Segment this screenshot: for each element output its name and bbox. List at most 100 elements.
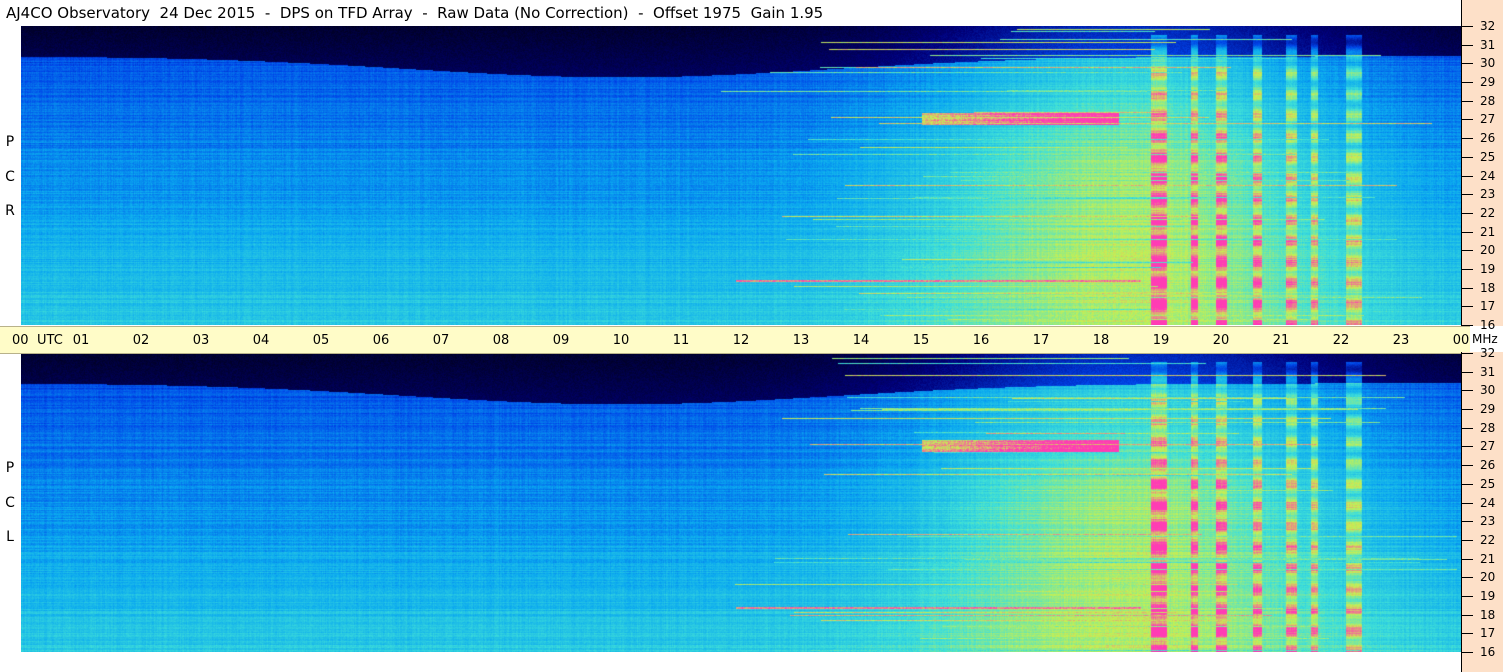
rcp-spectrogram bbox=[21, 26, 1461, 325]
time-tick-label: 22 bbox=[1332, 333, 1350, 348]
time-tick-label: 08 bbox=[492, 333, 510, 348]
frequency-tick bbox=[1461, 465, 1473, 467]
time-tick-label: 09 bbox=[552, 333, 570, 348]
frequency-tick bbox=[1461, 212, 1473, 214]
frequency-tick-label: 31 bbox=[1480, 364, 1496, 379]
frequency-tick bbox=[1461, 409, 1473, 411]
frequency-tick-label: 18 bbox=[1480, 607, 1496, 622]
time-tick-label: 15 bbox=[912, 333, 930, 348]
frequency-tick bbox=[1461, 390, 1473, 392]
time-tick-label: 14 bbox=[852, 333, 870, 348]
frequency-tick-label: 27 bbox=[1480, 439, 1496, 454]
time-tick-label: 18 bbox=[1092, 333, 1110, 348]
frequency-tick-label: 21 bbox=[1480, 224, 1496, 239]
frequency-tick-label: 23 bbox=[1480, 187, 1496, 202]
frequency-tick bbox=[1461, 614, 1473, 616]
time-tick-label: 00 bbox=[1452, 333, 1470, 348]
lcp-spectrogram-canvas bbox=[21, 353, 1461, 652]
frequency-tick-label: 22 bbox=[1480, 532, 1496, 547]
frequency-tick bbox=[1461, 100, 1473, 102]
lcp-frequency-axis-line bbox=[1461, 352, 1462, 672]
frequency-tick-label: 16 bbox=[1480, 318, 1496, 332]
lcp-letter-l: L bbox=[6, 529, 14, 545]
frequency-tick-label: 31 bbox=[1480, 37, 1496, 52]
frequency-tick-label: 19 bbox=[1480, 261, 1496, 276]
frequency-tick bbox=[1461, 577, 1473, 579]
frequency-tick-label: 27 bbox=[1480, 112, 1496, 127]
time-tick-label: 07 bbox=[432, 333, 450, 348]
frequency-tick bbox=[1461, 175, 1473, 177]
time-tick-label: 13 bbox=[792, 333, 810, 348]
lcp-letter-c: C bbox=[5, 495, 15, 511]
frequency-tick-label: 18 bbox=[1480, 280, 1496, 295]
frequency-tick-label: 26 bbox=[1480, 131, 1496, 146]
lcp-letter-p: P bbox=[5, 460, 15, 476]
time-tick-label: 05 bbox=[312, 333, 330, 348]
frequency-tick bbox=[1461, 26, 1473, 27]
time-tick-label: 17 bbox=[1032, 333, 1050, 348]
chart-title: AJ4CO Observatory 24 Dec 2015 - DPS on T… bbox=[6, 4, 824, 22]
frequency-tick bbox=[1461, 521, 1473, 523]
frequency-tick-label: 19 bbox=[1480, 588, 1496, 603]
frequency-tick-label: 30 bbox=[1480, 383, 1496, 398]
frequency-tick bbox=[1461, 156, 1473, 158]
frequency-tick bbox=[1461, 119, 1473, 121]
frequency-tick bbox=[1461, 250, 1473, 252]
rcp-frequency-axis: 32 31 30 29 28 27 26 25 24 23 22 21 20 19 18 17 16 bbox=[1461, 0, 1503, 331]
lcp-frequency-axis: 32 31 30 29 28 27 26 25 24 23 22 21 20 19 18 17 16 bbox=[1461, 347, 1503, 672]
frequency-tick-label: 16 bbox=[1480, 645, 1496, 659]
time-tick-label: 10 bbox=[612, 333, 630, 348]
frequency-tick-label: 21 bbox=[1480, 551, 1496, 566]
frequency-tick-label: 28 bbox=[1480, 420, 1496, 435]
frequency-tick bbox=[1461, 306, 1473, 308]
frequency-tick-label: 25 bbox=[1480, 149, 1496, 164]
time-tick-label: 21 bbox=[1272, 333, 1290, 348]
time-axis: UTC 00 01 02 03 04 05 06 07 08 09 10 11 12 13 14 15 16 17… bbox=[0, 326, 1470, 354]
frequency-tick bbox=[1461, 138, 1473, 140]
frequency-tick-label: 30 bbox=[1480, 56, 1496, 71]
time-tick-label: 19 bbox=[1152, 333, 1170, 348]
frequency-tick bbox=[1461, 44, 1473, 46]
frequency-tick-label: 23 bbox=[1480, 514, 1496, 529]
frequency-tick bbox=[1461, 595, 1473, 597]
frequency-tick bbox=[1461, 325, 1473, 326]
frequency-tick bbox=[1461, 268, 1473, 270]
frequency-tick bbox=[1461, 483, 1473, 485]
frequency-tick-label: 22 bbox=[1480, 205, 1496, 220]
frequency-tick bbox=[1461, 63, 1473, 65]
utc-label: UTC bbox=[37, 333, 63, 348]
rcp-letter-r: R bbox=[5, 203, 15, 219]
frequency-tick-label: 20 bbox=[1480, 570, 1496, 585]
frequency-tick-label: 20 bbox=[1480, 243, 1496, 258]
time-tick-label: 01 bbox=[72, 333, 90, 348]
time-tick-label: 11 bbox=[672, 333, 690, 348]
frequency-tick-label: 26 bbox=[1480, 458, 1496, 473]
time-tick-label: 03 bbox=[192, 333, 210, 348]
mhz-unit-label: MHz bbox=[1472, 332, 1498, 346]
time-tick-label: 12 bbox=[732, 333, 750, 348]
frequency-tick bbox=[1461, 633, 1473, 635]
frequency-tick bbox=[1461, 558, 1473, 560]
frequency-tick bbox=[1461, 652, 1473, 653]
time-tick-label: 04 bbox=[252, 333, 270, 348]
frequency-tick bbox=[1461, 539, 1473, 541]
time-tick-label: 02 bbox=[132, 333, 150, 348]
rcp-spectrogram-canvas bbox=[21, 26, 1461, 325]
rcp-letter-p: P bbox=[5, 134, 15, 150]
frequency-tick-label: 17 bbox=[1480, 626, 1496, 641]
frequency-tick bbox=[1461, 427, 1473, 429]
frequency-tick-label: 24 bbox=[1480, 495, 1496, 510]
frequency-tick bbox=[1461, 82, 1473, 84]
frequency-tick bbox=[1461, 194, 1473, 196]
frequency-tick-label: 29 bbox=[1480, 75, 1496, 90]
time-tick-label: 06 bbox=[372, 333, 390, 348]
frequency-tick-label: 29 bbox=[1480, 402, 1496, 417]
time-tick-label: 20 bbox=[1212, 333, 1230, 348]
frequency-tick-label: 17 bbox=[1480, 299, 1496, 314]
rcp-letter-c: C bbox=[5, 169, 15, 185]
lcp-spectrogram bbox=[21, 353, 1461, 652]
frequency-tick bbox=[1461, 371, 1473, 373]
time-tick-label: 00 bbox=[12, 333, 29, 348]
frequency-tick-label: 25 bbox=[1480, 476, 1496, 491]
frequency-tick-label: 32 bbox=[1480, 19, 1496, 33]
